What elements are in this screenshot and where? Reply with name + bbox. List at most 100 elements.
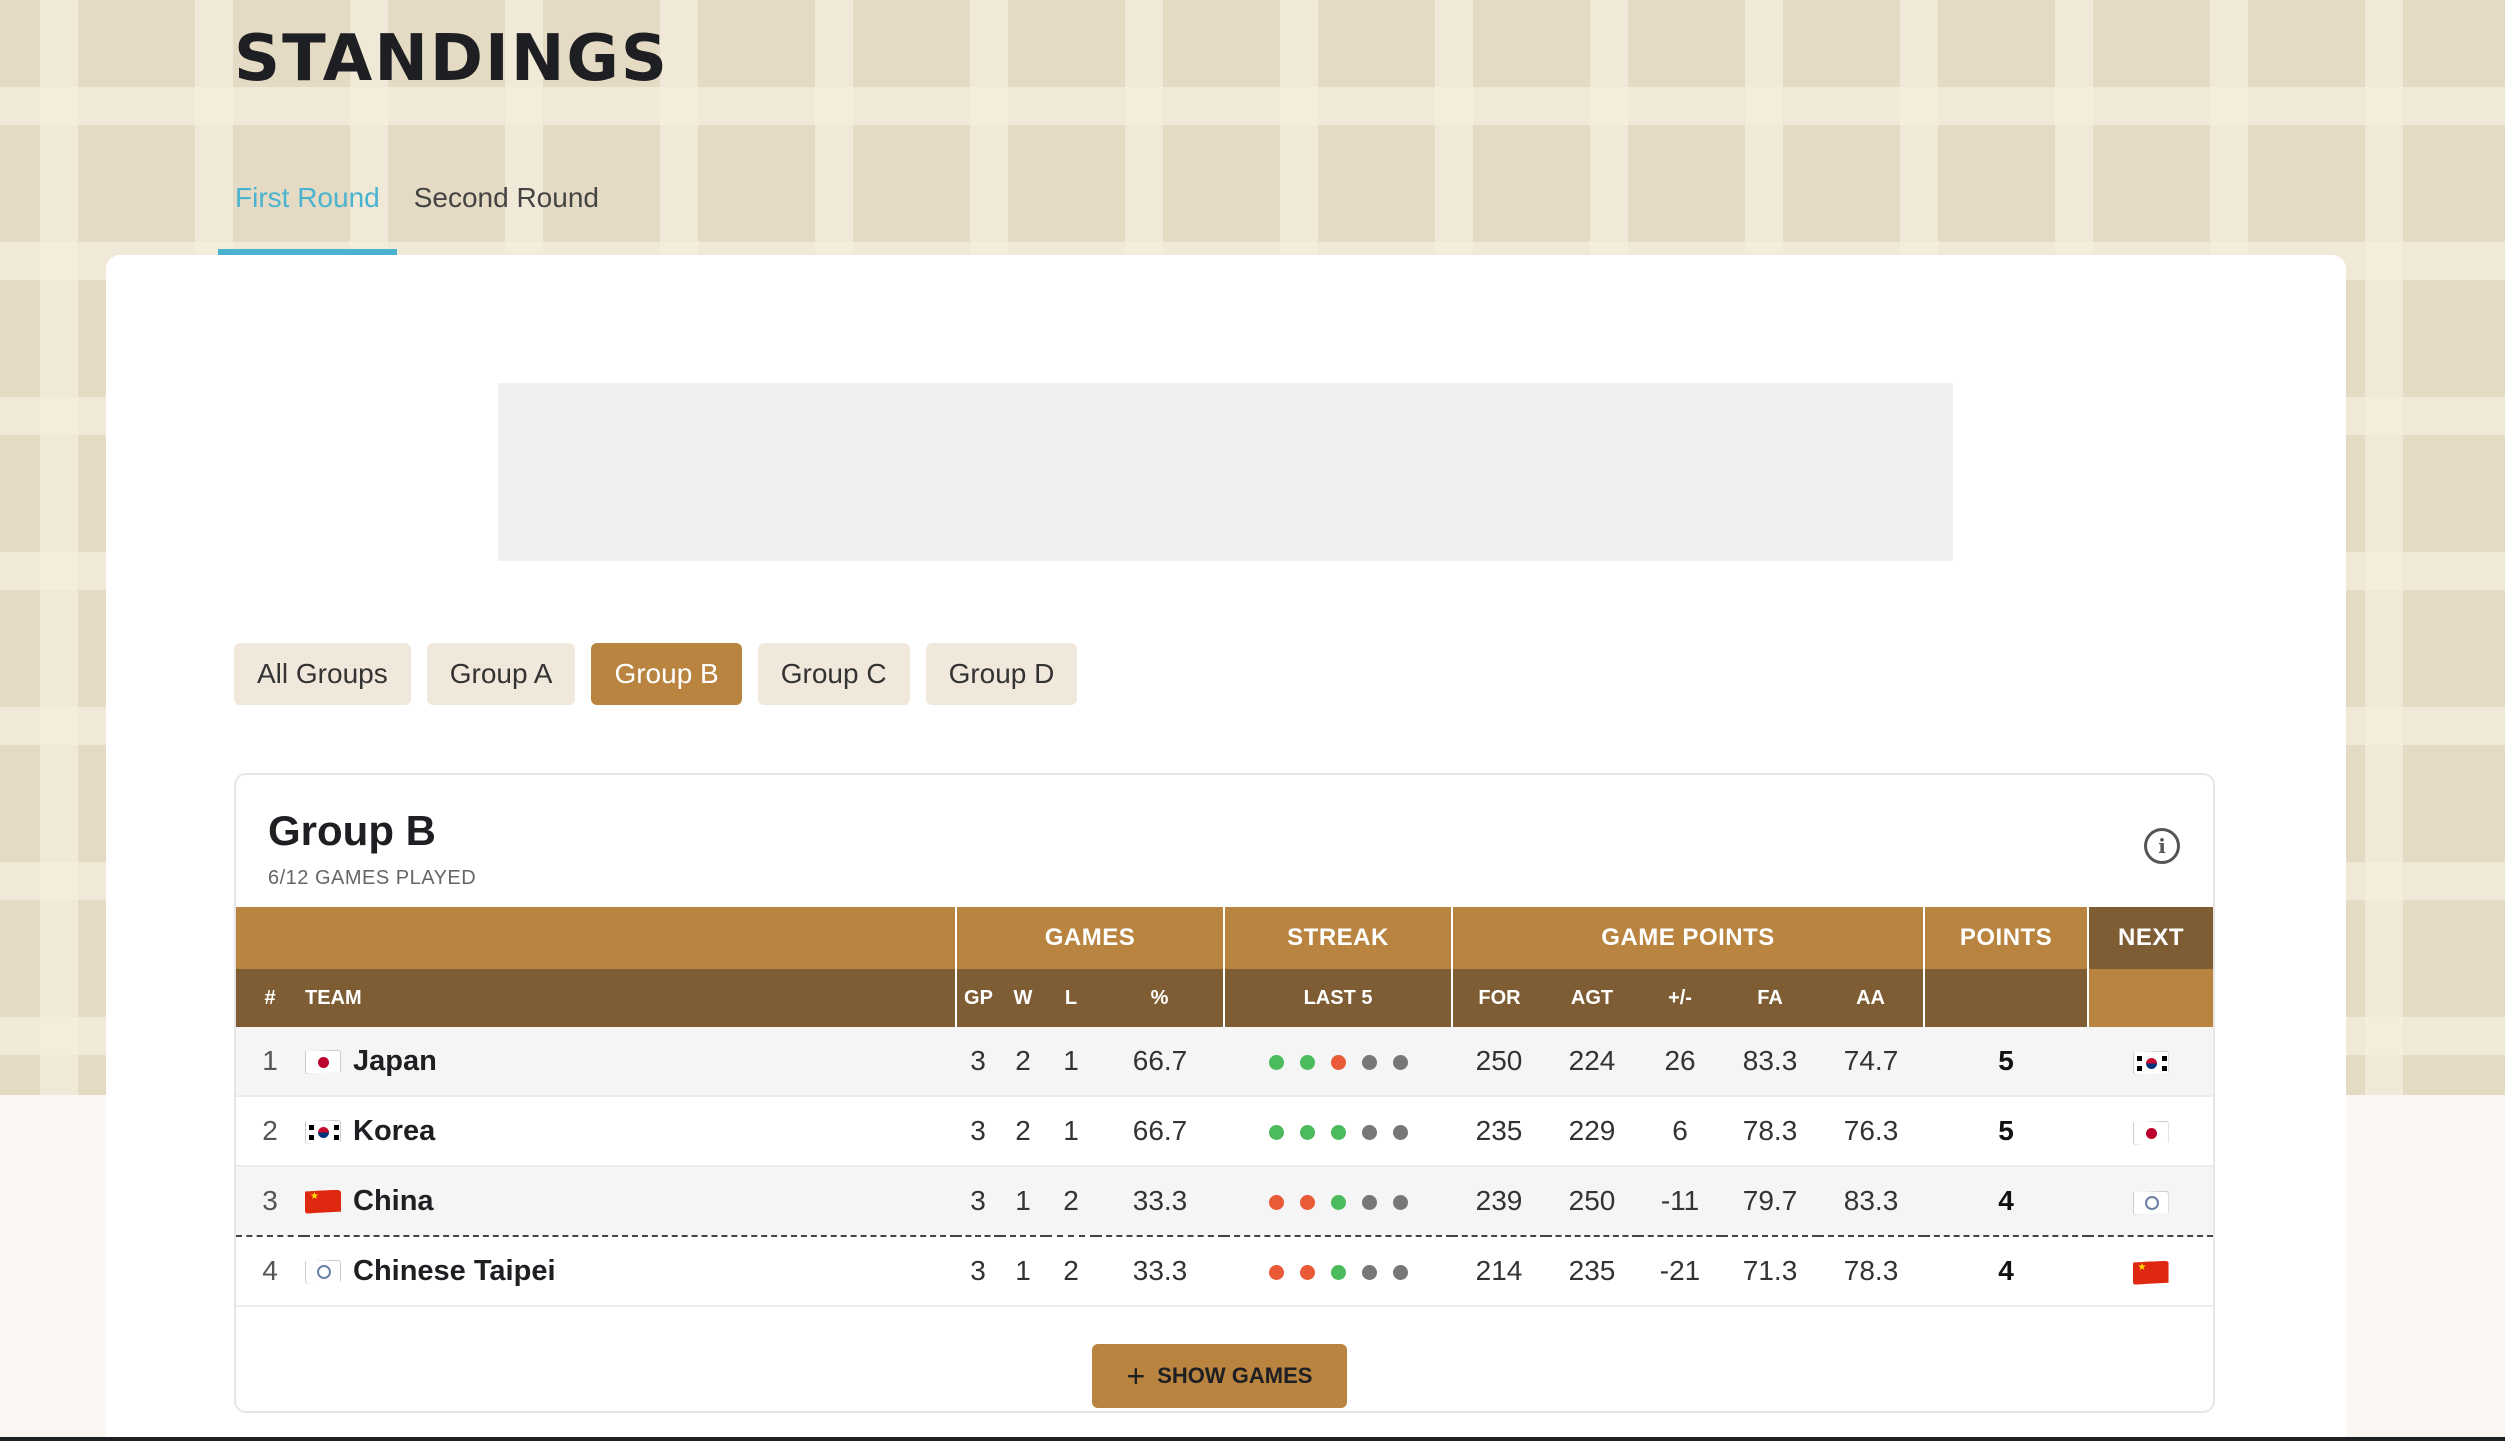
team-group-header <box>236 907 956 969</box>
team-name[interactable]: Korea <box>353 1115 435 1147</box>
tab-first-round[interactable]: First Round <box>218 160 397 255</box>
streak-dot-pending <box>1361 1055 1377 1071</box>
rank-cell: 4 <box>236 1236 304 1307</box>
team-cell[interactable]: Chinese Taipei <box>304 1236 956 1307</box>
tab-second-round[interactable]: Second Round <box>397 160 616 255</box>
streak-dot-pending <box>1392 1195 1408 1211</box>
col-pct: % <box>1096 969 1225 1027</box>
team-name[interactable]: Chinese Taipei <box>353 1255 556 1287</box>
table-row[interactable]: 2 Korea 3 2 1 66.7 235 229 6 78.3 76.3 5 <box>236 1096 2213 1167</box>
gp-cell: 3 <box>956 1236 1000 1307</box>
standings-card: All Groups Group A Group B Group C Group… <box>106 255 2346 1441</box>
for-cell: 250 <box>1452 1027 1547 1097</box>
streak-dot-pending <box>1361 1195 1377 1211</box>
next-kr-flag-icon[interactable] <box>2132 1050 2169 1075</box>
team-name[interactable]: Japan <box>353 1045 437 1077</box>
jp-flag-icon <box>305 1049 341 1074</box>
next-cell[interactable] <box>2088 1096 2213 1167</box>
fa-cell: 83.3 <box>1722 1027 1819 1097</box>
game-points-header: GAME POINTS <box>1451 907 1925 969</box>
standings-table: GAMES STREAK GAME POINTS POINTS NEXT # T… <box>236 907 2213 1307</box>
filter-group-a[interactable]: Group A <box>426 643 576 705</box>
next-cell[interactable] <box>2088 1166 2213 1237</box>
next-cell[interactable] <box>2088 1027 2213 1097</box>
pct-cell: 33.3 <box>1096 1166 1225 1237</box>
streak-dot-win <box>1330 1125 1346 1141</box>
l-cell: 1 <box>1046 1096 1096 1167</box>
for-cell: 235 <box>1452 1096 1547 1167</box>
streak-dot-loss <box>1299 1265 1315 1281</box>
show-games-label: SHOW GAMES <box>1157 1363 1313 1388</box>
col-next <box>2087 969 2213 1027</box>
fa-cell: 71.3 <box>1722 1236 1819 1307</box>
rank-cell: 1 <box>236 1027 304 1097</box>
streak-dot-win <box>1330 1265 1346 1281</box>
info-icon[interactable]: i <box>2144 828 2180 864</box>
next-cn-flag-icon[interactable] <box>2132 1260 2169 1285</box>
rank-cell: 3 <box>236 1166 304 1237</box>
points-cell: 5 <box>1924 1096 2089 1167</box>
pct-cell: 66.7 <box>1096 1027 1225 1097</box>
col-diff: +/- <box>1638 969 1723 1027</box>
next-jp-flag-icon[interactable] <box>2132 1120 2169 1145</box>
kr-flag-icon <box>305 1119 341 1144</box>
for-cell: 214 <box>1452 1236 1547 1307</box>
col-last5: LAST 5 <box>1223 969 1453 1027</box>
table-row[interactable]: 1 Japan 3 2 1 66.7 250 224 26 83.3 74.7 5 <box>236 1027 2213 1097</box>
round-tabs: First Round Second Round <box>218 160 616 255</box>
table-row[interactable]: 4 Chinese Taipei 3 1 2 33.3 214 235 -21 71.3 78.3 4 <box>236 1236 2213 1307</box>
streak-dot-pending <box>1392 1125 1408 1141</box>
l-cell: 2 <box>1046 1236 1096 1307</box>
bottom-border <box>0 1437 2505 1441</box>
streak-dot-win <box>1268 1125 1284 1141</box>
l-cell: 1 <box>1046 1027 1096 1097</box>
points-cell: 5 <box>1924 1027 2089 1097</box>
show-games-button[interactable]: + SHOW GAMES <box>1092 1344 1347 1408</box>
team-cell[interactable]: Korea <box>304 1096 956 1167</box>
diff-cell: -21 <box>1638 1236 1723 1307</box>
gp-cell: 3 <box>956 1096 1000 1167</box>
filter-group-c[interactable]: Group C <box>757 643 910 705</box>
agt-cell: 235 <box>1546 1236 1639 1307</box>
aa-cell: 74.7 <box>1818 1027 1925 1097</box>
points-cell: 4 <box>1924 1166 2089 1237</box>
col-gp: GP <box>955 969 1000 1027</box>
games-header: GAMES <box>954 907 1225 969</box>
agt-cell: 224 <box>1546 1027 1639 1097</box>
w-cell: 1 <box>1000 1166 1046 1237</box>
streak-dot-pending <box>1361 1265 1377 1281</box>
l-cell: 2 <box>1046 1166 1096 1237</box>
aa-cell: 76.3 <box>1818 1096 1925 1167</box>
streak-dot-pending <box>1392 1055 1408 1071</box>
pct-cell: 66.7 <box>1096 1096 1225 1167</box>
agt-cell: 229 <box>1546 1096 1639 1167</box>
team-cell[interactable]: China <box>304 1166 956 1237</box>
w-cell: 1 <box>1000 1236 1046 1307</box>
streak-dot-win <box>1330 1195 1346 1211</box>
streak-dot-win <box>1299 1125 1315 1141</box>
points-header: POINTS <box>1923 907 2089 969</box>
agt-cell: 250 <box>1546 1166 1639 1237</box>
col-team: TEAM <box>304 969 956 1027</box>
tpe-flag-icon <box>305 1259 341 1284</box>
team-name[interactable]: China <box>353 1185 434 1217</box>
cn-flag-icon <box>305 1189 341 1214</box>
table-row[interactable]: 3China31233.3239250-1179.783.34 <box>236 1166 2213 1237</box>
col-rank: # <box>236 969 304 1027</box>
next-cell[interactable] <box>2088 1236 2213 1307</box>
games-played-count: 6/12 GAMES PLAYED <box>268 867 477 889</box>
streak-header: STREAK <box>1223 907 1453 969</box>
filter-group-b[interactable]: Group B <box>591 643 742 705</box>
next-tpe-flag-icon[interactable] <box>2132 1190 2169 1215</box>
filter-group-d[interactable]: Group D <box>925 643 1078 705</box>
filter-all-groups[interactable]: All Groups <box>234 643 411 705</box>
col-l: L <box>1046 969 1096 1027</box>
streak-dot-pending <box>1361 1125 1377 1141</box>
team-cell[interactable]: Japan <box>304 1027 956 1097</box>
w-cell: 2 <box>1000 1096 1046 1167</box>
next-header: NEXT <box>2087 907 2213 969</box>
rank-cell: 2 <box>236 1096 304 1167</box>
col-w: W <box>1000 969 1046 1027</box>
group-title: Group B <box>268 807 436 854</box>
last5-cell <box>1224 1166 1453 1237</box>
